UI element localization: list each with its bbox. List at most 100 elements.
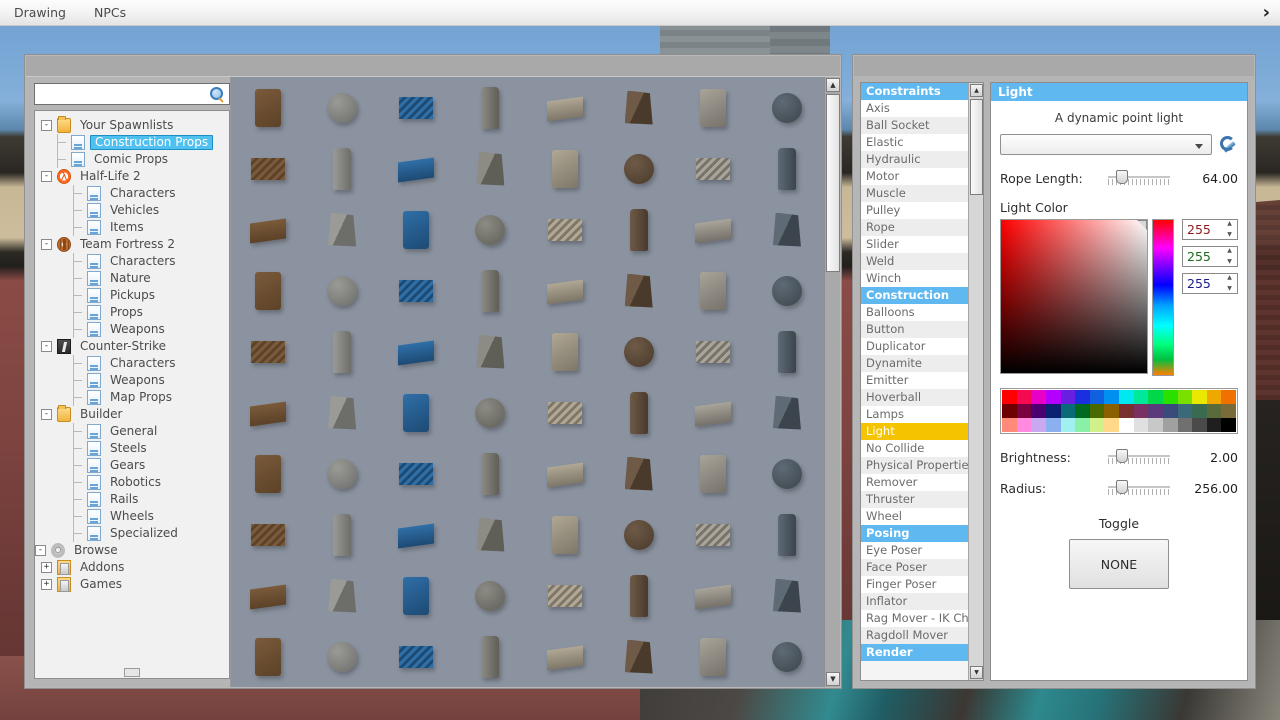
tool-item-motor[interactable]: Motor (861, 168, 968, 185)
prop-item[interactable] (602, 504, 676, 565)
tree-item-characters[interactable]: Characters (35, 253, 229, 270)
tool-item-light[interactable]: Light (861, 423, 968, 440)
prop-item[interactable] (305, 77, 379, 138)
menu-item-drawing[interactable]: Drawing (0, 0, 80, 25)
menu-item-npcs[interactable]: NPCs (80, 0, 140, 25)
prop-item[interactable] (676, 77, 750, 138)
prop-item[interactable] (676, 138, 750, 199)
preset-dropdown[interactable] (1000, 134, 1212, 155)
tool-item-face-poser[interactable]: Face Poser (861, 559, 968, 576)
tool-item-hoverball[interactable]: Hoverball (861, 389, 968, 406)
color-swatch[interactable] (1031, 404, 1046, 418)
tool-item-thruster[interactable]: Thruster (861, 491, 968, 508)
brightness-slider[interactable] (1108, 449, 1170, 465)
color-swatch[interactable] (1192, 418, 1207, 432)
prop-item[interactable] (305, 443, 379, 504)
prop-item[interactable] (750, 260, 824, 321)
tree-item-weapons[interactable]: Weapons (35, 372, 229, 389)
spinner-down-icon[interactable]: ▼ (1227, 232, 1232, 238)
tool-item-rag-mover-ik-ch[interactable]: Rag Mover - IK Ch… (861, 610, 968, 627)
prop-item[interactable] (602, 565, 676, 626)
tree-item-steels[interactable]: Steels (35, 440, 229, 457)
prop-item[interactable] (602, 77, 676, 138)
color-swatch[interactable] (1045, 404, 1061, 418)
prop-item[interactable] (231, 199, 305, 260)
prop-item[interactable] (231, 626, 305, 687)
color-swatch[interactable] (1031, 418, 1046, 432)
color-swatch[interactable] (1206, 418, 1222, 432)
color-swatch[interactable] (1192, 390, 1207, 404)
tree-item-nature[interactable]: Nature (35, 270, 229, 287)
prop-item[interactable] (528, 260, 602, 321)
color-swatch[interactable] (1177, 418, 1193, 432)
tool-item-winch[interactable]: Winch (861, 270, 968, 287)
prop-item[interactable] (305, 199, 379, 260)
spinner-up-icon[interactable]: ▲ (1227, 275, 1232, 281)
tool-item-button[interactable]: Button (861, 321, 968, 338)
prop-item[interactable] (231, 565, 305, 626)
spinner-down-icon[interactable]: ▼ (1227, 286, 1232, 292)
prop-item[interactable] (379, 382, 453, 443)
prop-item[interactable] (676, 626, 750, 687)
color-swatch[interactable] (1075, 404, 1090, 418)
prop-item[interactable] (379, 626, 453, 687)
prop-item[interactable] (453, 443, 527, 504)
search-input[interactable] (39, 87, 225, 101)
tree-item-weapons[interactable]: Weapons (35, 321, 229, 338)
prop-item[interactable] (453, 626, 527, 687)
color-swatch[interactable] (1089, 418, 1105, 432)
color-swatch[interactable] (1016, 418, 1032, 432)
color-swatch[interactable] (1206, 390, 1222, 404)
prop-item[interactable] (602, 138, 676, 199)
prop-item[interactable] (453, 565, 527, 626)
color-swatch[interactable] (1075, 418, 1090, 432)
color-swatch[interactable] (1031, 390, 1046, 404)
green-spinner[interactable]: ▲ ▼ (1224, 248, 1235, 265)
prop-item[interactable] (750, 626, 824, 687)
prop-item[interactable] (602, 321, 676, 382)
tree-item-items[interactable]: Items (35, 219, 229, 236)
color-swatch[interactable] (1162, 390, 1178, 404)
tool-item-slider[interactable]: Slider (861, 236, 968, 253)
spinner-down-icon[interactable]: ▼ (1227, 259, 1232, 265)
spinner-up-icon[interactable]: ▲ (1227, 248, 1232, 254)
prop-grid-panel[interactable]: ▲ ▼ (230, 77, 840, 687)
prop-item[interactable] (602, 260, 676, 321)
tool-item-finger-poser[interactable]: Finger Poser (861, 576, 968, 593)
tool-item-emitter[interactable]: Emitter (861, 372, 968, 389)
color-swatch[interactable] (1148, 418, 1163, 432)
tree-item-counter-strike[interactable]: - Counter-Strike (35, 338, 229, 355)
prop-item[interactable] (305, 504, 379, 565)
color-swatch[interactable] (1060, 418, 1076, 432)
prop-item[interactable] (379, 321, 453, 382)
prop-item[interactable] (305, 626, 379, 687)
prop-grid-scrollbar[interactable]: ▲ ▼ (824, 77, 840, 687)
tree-item-map-props[interactable]: Map Props (35, 389, 229, 406)
prop-item[interactable] (379, 443, 453, 504)
prop-item[interactable] (750, 504, 824, 565)
prop-item[interactable] (453, 321, 527, 382)
prop-item[interactable] (231, 77, 305, 138)
search-icon[interactable] (210, 87, 224, 101)
chevron-right-icon[interactable]: › (1263, 2, 1270, 23)
prop-item[interactable] (602, 443, 676, 504)
blue-field[interactable]: 255 ▲ ▼ (1182, 273, 1238, 294)
color-swatch[interactable] (1133, 404, 1149, 418)
slider-knob[interactable] (1116, 449, 1128, 463)
prop-item[interactable] (379, 260, 453, 321)
scroll-up-icon[interactable]: ▲ (826, 78, 840, 92)
scroll-down-icon[interactable]: ▼ (970, 666, 983, 679)
prop-item[interactable] (231, 321, 305, 382)
color-swatch[interactable] (1192, 404, 1207, 418)
color-cursor[interactable] (1137, 220, 1147, 230)
color-swatch[interactable] (1133, 390, 1149, 404)
tool-list-scrollbar[interactable]: ▲ ▼ (968, 83, 983, 680)
color-swatch[interactable] (1104, 390, 1119, 404)
tree-item-general[interactable]: General (35, 423, 229, 440)
prop-item[interactable] (676, 260, 750, 321)
tool-item-ball-socket[interactable]: Ball Socket (861, 117, 968, 134)
color-swatch[interactable] (1089, 404, 1105, 418)
prop-item[interactable] (750, 321, 824, 382)
wrench-icon[interactable] (1220, 135, 1238, 154)
prop-item[interactable] (379, 504, 453, 565)
